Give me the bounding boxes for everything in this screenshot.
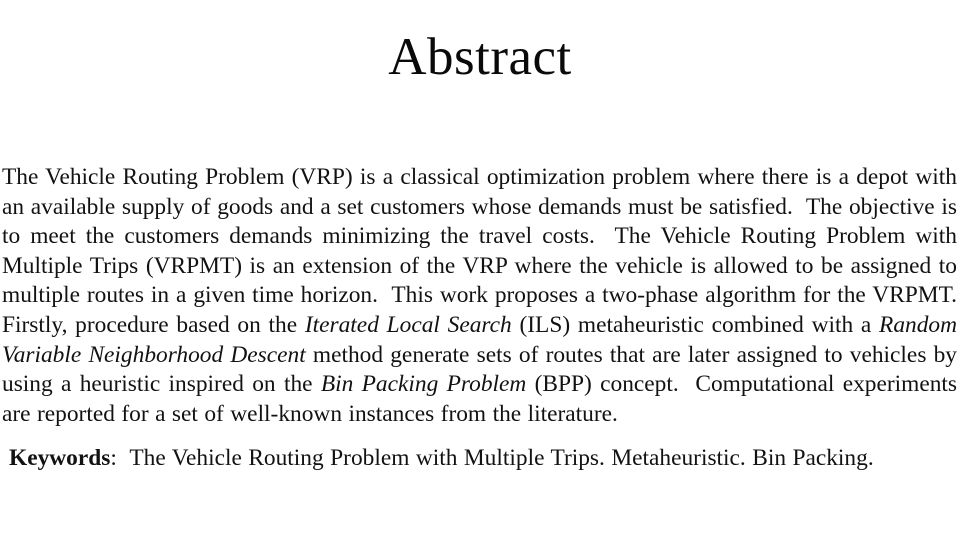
abstract-paragraph: The Vehicle Routing Problem (VRP) is a c… xyxy=(2,163,957,429)
title-block: Abstract xyxy=(0,0,960,121)
keywords-label: Keywords xyxy=(9,444,111,471)
abstract-page: Abstract The Vehicle Routing Problem (VR… xyxy=(0,0,960,547)
sentence-space xyxy=(793,194,806,220)
text-run: (ILS) metaheuristic combined with a xyxy=(511,311,880,338)
sentence-space xyxy=(679,371,696,397)
keywords-list: The Vehicle Routing Problem with Multipl… xyxy=(129,444,874,471)
text-run: (BPP) concept. xyxy=(526,371,679,398)
emphasised-term: Iterated Local Search xyxy=(304,311,512,338)
page-title: Abstract xyxy=(388,27,572,86)
sentence-space xyxy=(595,223,615,249)
keywords-paragraph: Keywords: The Vehicle Routing Problem wi… xyxy=(2,444,957,474)
sentence-space xyxy=(378,282,391,308)
emphasised-term: Bin Packing Problem xyxy=(320,371,527,398)
abstract-body-column: The Vehicle Routing Problem (VRP) is a c… xyxy=(2,163,957,473)
